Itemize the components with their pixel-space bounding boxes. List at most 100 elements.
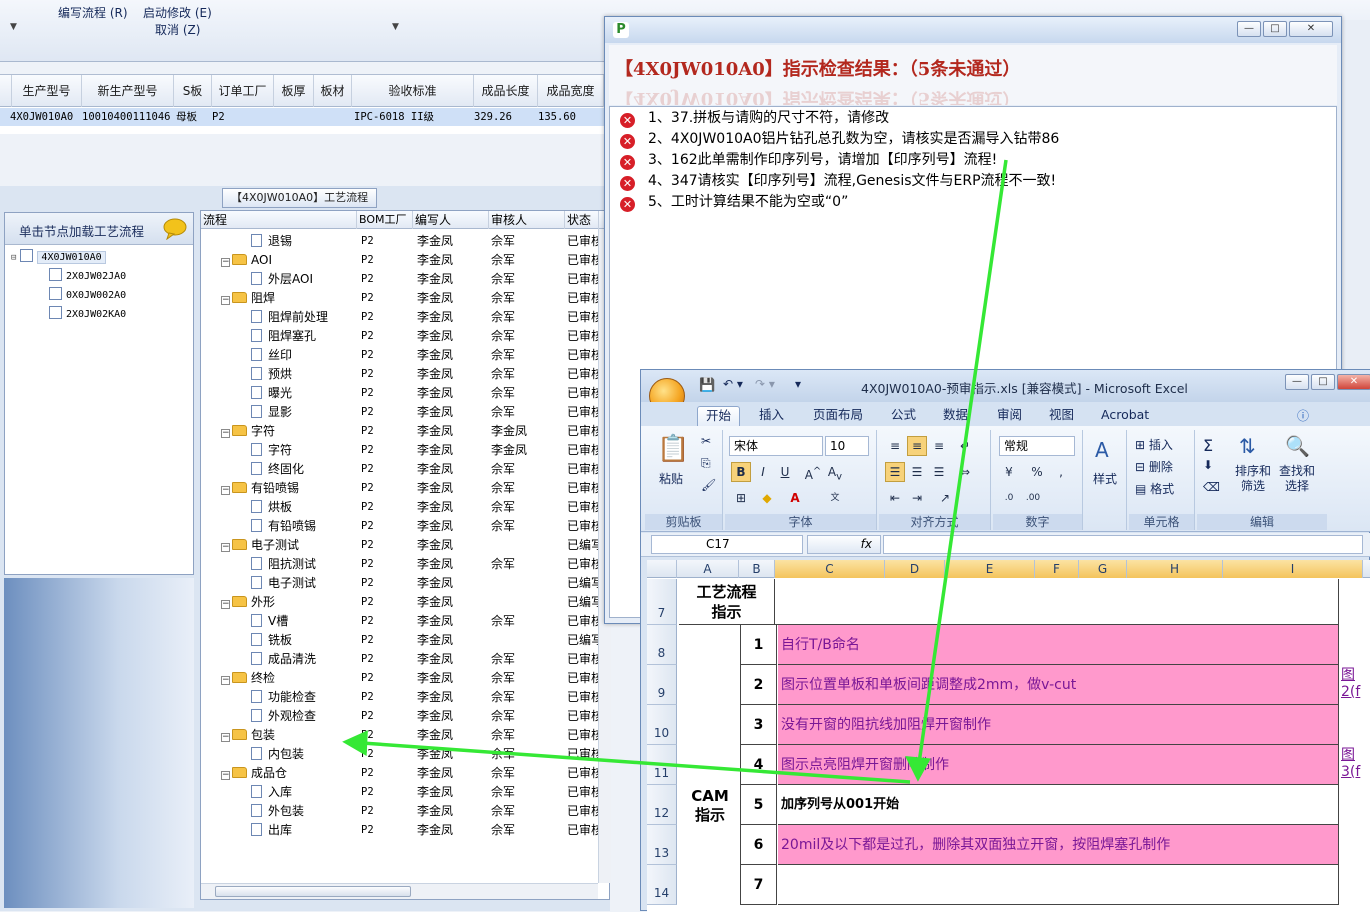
image-link[interactable]: 图 2(f [1341,667,1370,701]
collapse-toggle-icon[interactable]: − [221,486,230,495]
bold-button[interactable]: B [731,462,751,482]
instruction-number[interactable]: 3 [741,705,777,745]
flow-group-row[interactable]: − 外形 P2 李金凤 已编写 [201,593,599,612]
find-select-button[interactable]: 查找和 选择 [1279,464,1315,494]
instruction-number[interactable]: 7 [741,865,777,905]
tab-home[interactable]: 开始 [697,406,741,426]
cell[interactable]: 4X0JW010A0 [10,108,73,126]
undo-icon[interactable]: ↶ ▾ [723,377,743,391]
flow-group-row[interactable]: − AOI P2 李金凤 佘军 已审核 [201,251,599,270]
paste-button[interactable]: 粘贴 [659,470,683,487]
flow-step-row[interactable]: 出库 P2 李金凤 佘军 已审核 [201,821,599,840]
tab-review[interactable]: 审阅 [989,406,1030,426]
quick-access-dropdown-icon[interactable]: ▾ [795,377,801,391]
flow-step-row[interactable]: 外包装 P2 李金凤 佘军 已审核 [201,802,599,821]
tab-page-layout[interactable]: 页面布局 [805,406,871,426]
grow-font-button[interactable]: A^ [803,462,823,482]
clear-icon[interactable]: ⌫ [1203,480,1220,494]
flow-step-row[interactable]: 铣板 P2 李金凤 已编写 [201,631,599,650]
tree-node[interactable]: 0X0JW002A0 [49,287,126,301]
minimize-button[interactable]: — [1237,21,1261,37]
tab-view[interactable]: 视图 [1041,406,1082,426]
fx-button[interactable]: fx [807,535,881,554]
instruction-text-cell[interactable]: 图示位置单板和单板间距调整成2mm，做v-cut [778,665,1339,705]
orientation-icon[interactable]: ↗ [935,488,955,508]
save-icon[interactable]: 💾 [699,378,715,393]
col-header[interactable]: 订单工厂 [212,75,274,107]
col-header[interactable]: 编写人 [413,211,489,229]
wrap-text-icon[interactable]: ↵ [955,436,975,456]
find-select-icon[interactable]: 🔍 [1285,434,1310,458]
col-header[interactable]: 成品宽度 [538,75,604,107]
instruction-text-cell[interactable]: 20mil及以下都是过孔，删除其双面独立开窗，按阻焊塞孔制作 [778,825,1339,865]
help-icon[interactable]: ⓘ [1297,407,1309,424]
instruction-number[interactable]: 6 [741,825,777,865]
fill-icon[interactable]: ⬇ [1203,458,1213,472]
align-top-icon[interactable]: ≡ [885,436,905,456]
tab-process-flow[interactable]: 【4X0JW010A0】工艺流程 [222,188,378,208]
result-item[interactable]: ✕ 5、工时计算结果不能为空或“0” [620,192,848,212]
scroll-thumb[interactable] [215,886,411,897]
dropdown-arrow-icon[interactable]: ▼ [10,22,17,32]
column-header[interactable]: E [945,560,1035,578]
percent-icon[interactable]: % [1027,462,1047,482]
column-header[interactable]: H [1127,560,1223,578]
collapse-toggle-icon[interactable]: − [221,600,230,609]
column-header[interactable]: B [739,560,775,578]
flow-step-row[interactable]: 预烘 P2 李金凤 佘军 已审核 [201,365,599,384]
increase-indent-icon[interactable]: ⇥ [907,488,927,508]
flow-step-row[interactable]: 内包装 P2 李金凤 佘军 已审核 [201,745,599,764]
insert-cells-button[interactable]: ⊞ 插入 [1135,436,1173,453]
col-header[interactable]: 审核人 [489,211,565,229]
column-header[interactable]: F [1035,560,1079,578]
maximize-button[interactable]: □ [1263,21,1287,37]
window-titlebar[interactable]: P — □ ✕ [605,17,1341,43]
flow-step-row[interactable]: 终固化 P2 李金凤 佘军 已审核 [201,460,599,479]
select-all-corner[interactable] [647,560,677,578]
column-header[interactable]: I [1223,560,1363,578]
flow-step-row[interactable]: V槽 P2 李金凤 佘军 已审核 [201,612,599,631]
column-header[interactable]: G [1079,560,1127,578]
font-color-icon[interactable]: A [785,488,805,508]
flow-step-row[interactable]: 外层AOI P2 李金凤 佘军 已审核 [201,270,599,289]
autosum-icon[interactable]: Σ [1203,436,1213,455]
table-row[interactable]: 4X0JW010A0 10010400111046 母板 P2 IPC-6018… [0,108,610,126]
instruction-text-cell[interactable]: 没有开窗的阻抗线加阻焊开窗制作 [778,705,1339,745]
font-size-select[interactable]: 10 [825,436,869,456]
row-header[interactable]: 11 [647,745,677,785]
row-header[interactable]: 7 [647,579,677,625]
flow-step-row[interactable]: 阻焊前处理 P2 李金凤 佘军 已审核 [201,308,599,327]
name-box[interactable]: C17 [651,535,803,554]
tab-acrobat[interactable]: Acrobat [1093,406,1157,426]
col-header[interactable]: S板 [174,75,212,107]
col-header[interactable]: 新生产型号 [82,75,174,107]
col-header[interactable]: 成品长度 [474,75,538,107]
col-header[interactable]: 流程 [201,211,357,229]
dropdown-arrow-icon[interactable]: ▼ [392,22,399,32]
delete-cells-button[interactable]: ⊟ 删除 [1135,458,1173,475]
styles-icon[interactable]: A [1095,438,1109,462]
speech-bubble-icon[interactable] [163,218,187,240]
excel-titlebar[interactable]: 💾 ↶ ▾ ↷ ▾ ▾ 4X0JW010A0-预审指示.xls [兼容模式] -… [641,370,1370,402]
align-middle-icon[interactable]: ≡ [907,436,927,456]
border-icon[interactable]: ⊞ [731,488,751,508]
align-center-icon[interactable]: ☰ [907,462,927,482]
flow-group-row[interactable]: − 阻焊 P2 李金凤 佘军 已审核 [201,289,599,308]
sort-filter-icon[interactable]: ⇅ [1239,434,1256,458]
flow-step-row[interactable]: 字符 P2 李金凤 李金凤 已审核 [201,441,599,460]
sort-filter-button[interactable]: 排序和 筛选 [1235,464,1271,494]
instruction-number[interactable]: 1 [741,625,777,665]
collapse-toggle-icon[interactable]: − [221,676,230,685]
cam-label-cell[interactable]: CAM 指示 [679,625,741,905]
flow-group-row[interactable]: − 字符 P2 李金凤 李金凤 已审核 [201,422,599,441]
flow-step-row[interactable]: 退锡 P2 李金凤 佘军 已审核 [201,232,599,251]
cell[interactable]: P2 [212,108,225,126]
flow-step-row[interactable]: 成品清洗 P2 李金凤 佘军 已审核 [201,650,599,669]
redo-icon[interactable]: ↷ ▾ [755,377,775,391]
col-header[interactable]: 板厚 [274,75,314,107]
col-header[interactable]: BOM工厂 [357,211,413,229]
flow-step-row[interactable]: 阻抗测试 P2 李金凤 佘军 已审核 [201,555,599,574]
close-button[interactable]: ✕ [1337,374,1370,390]
increase-decimal-icon[interactable]: .0 [999,488,1019,508]
column-header[interactable]: C [775,560,885,578]
